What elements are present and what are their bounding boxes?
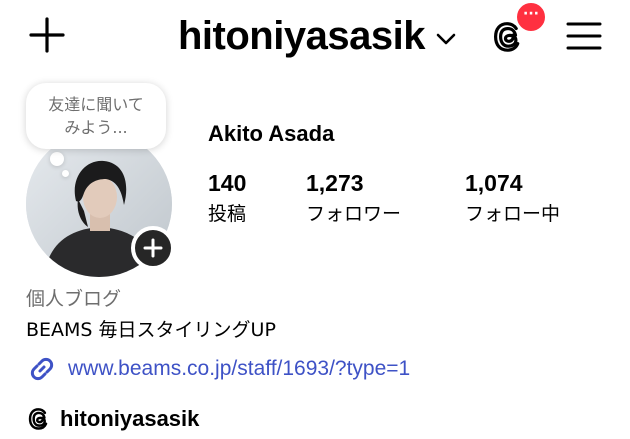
note-bubble-tail-small [62, 170, 69, 177]
display-name: Akito Asada [208, 121, 335, 146]
posts-stat[interactable]: 140 投稿 [208, 168, 246, 228]
following-label: フォロー中 [465, 203, 561, 225]
followers-label: フォロワー [306, 203, 402, 225]
hamburger-menu-icon [566, 22, 602, 50]
posts-label: 投稿 [208, 203, 247, 225]
link-icon [30, 357, 54, 381]
profile-category: 個人ブログ [26, 288, 122, 310]
followers-count: 1,273 [306, 170, 364, 196]
threads-profile-link[interactable]: hitoniyasasik [26, 402, 199, 436]
username: hitoniyasasik [178, 14, 425, 58]
profile-page: hitoniyasasik ··· 友達に聞いて みよう... Akito As… [0, 0, 630, 439]
following-count: 1,074 [465, 170, 523, 196]
add-story-button[interactable] [131, 226, 175, 270]
profile-link-text: www.beams.co.jp/staff/1693/?type=1 [68, 357, 411, 380]
notification-badge[interactable]: ··· [514, 0, 548, 34]
plus-icon [143, 238, 163, 258]
plus-icon [29, 17, 65, 53]
menu-button[interactable] [566, 20, 602, 52]
note-bubble-tail [50, 152, 64, 166]
profile-bio: BEAMS 毎日スタイリングUP [26, 319, 276, 341]
account-switcher[interactable]: hitoniyasasik [178, 10, 457, 62]
posts-count: 140 [208, 170, 247, 196]
followers-stat[interactable]: 1,273 フォロワー [306, 168, 401, 228]
threads-icon [28, 408, 48, 430]
chevron-down-icon [436, 33, 456, 45]
create-button[interactable] [26, 14, 68, 56]
threads-handle: hitoniyasasik [60, 406, 200, 431]
note-text: 友達に聞いて みよう... [48, 95, 144, 137]
note-bubble[interactable]: 友達に聞いて みよう... [26, 83, 166, 149]
profile-link[interactable]: www.beams.co.jp/staff/1693/?type=1 [26, 352, 410, 386]
following-stat[interactable]: 1,074 フォロー中 [465, 168, 560, 228]
